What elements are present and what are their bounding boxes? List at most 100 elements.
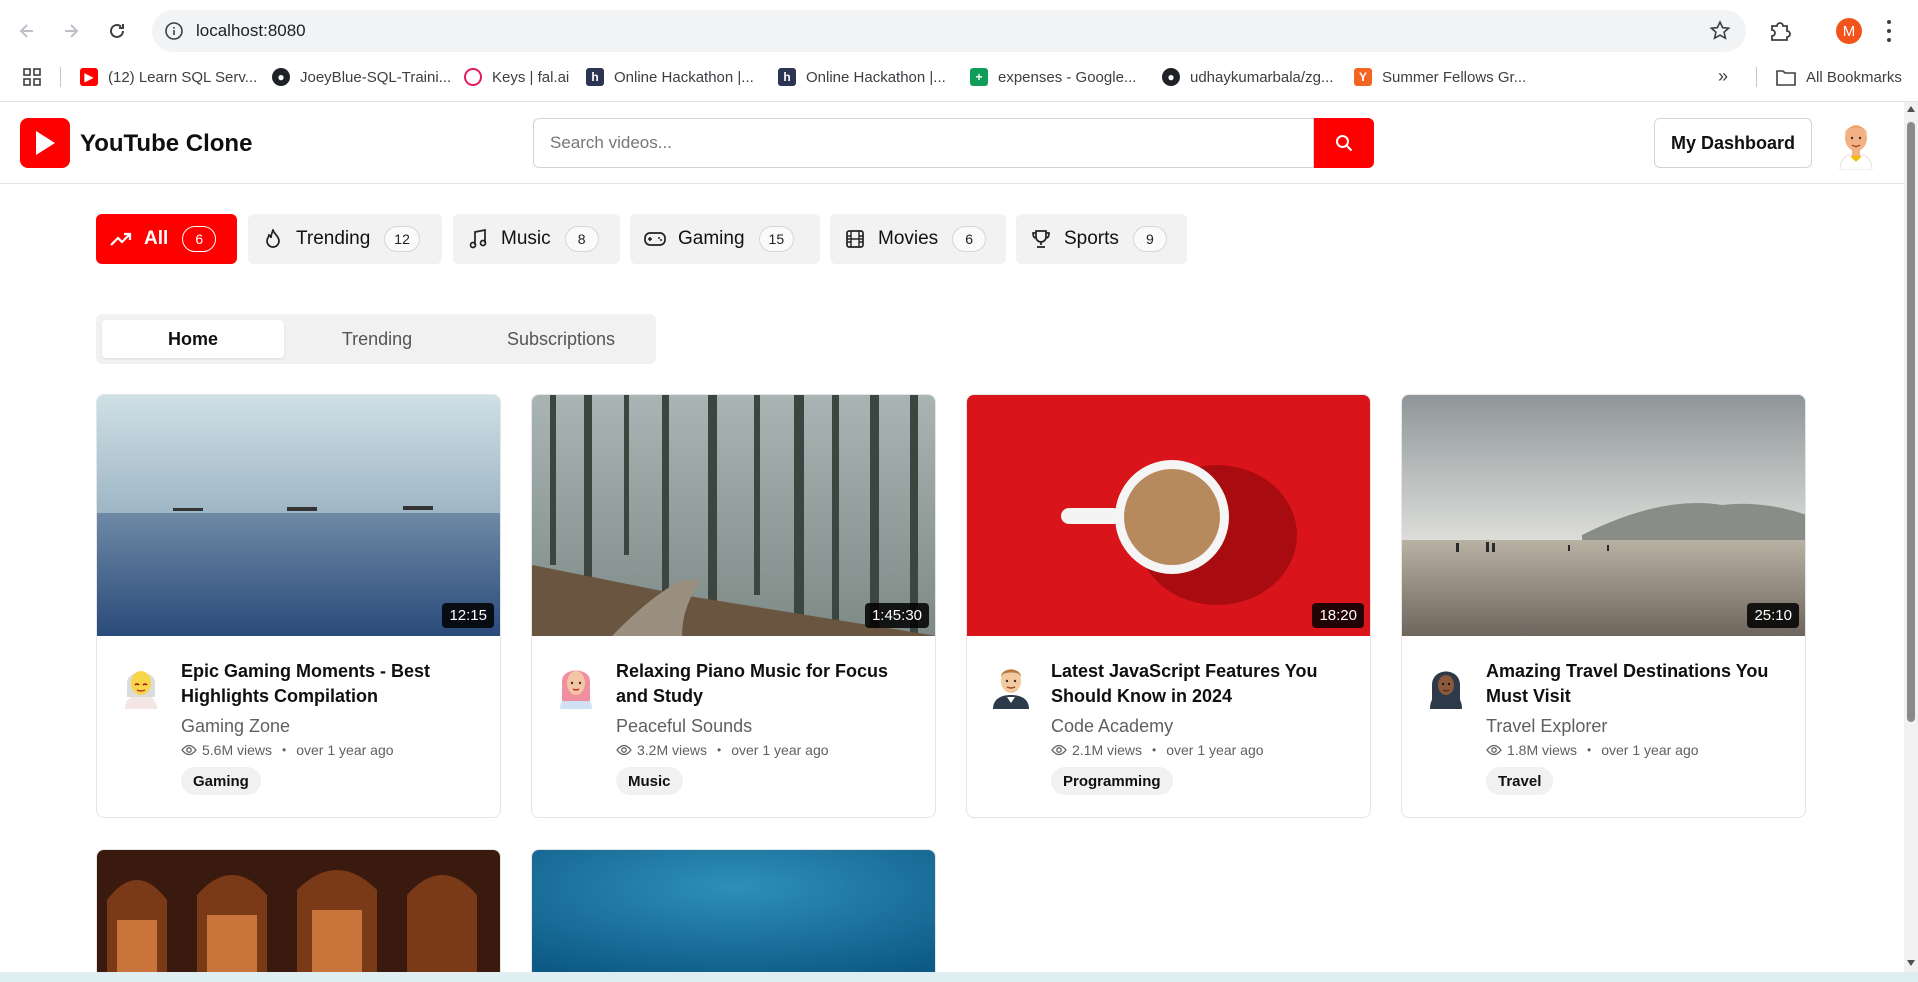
category-music[interactable]: Music 8 <box>453 214 620 264</box>
channel-name[interactable]: Peaceful Sounds <box>616 716 752 737</box>
extensions-puzzle-icon[interactable] <box>1767 18 1793 44</box>
bookmark-item[interactable]: ▶ (12) Learn SQL Serv... <box>80 65 257 89</box>
category-all[interactable]: All 6 <box>96 214 237 264</box>
video-tag[interactable]: Gaming <box>181 767 261 795</box>
bookmark-label: (12) Learn SQL Serv... <box>108 68 258 86</box>
scroll-up-arrow-icon[interactable] <box>1907 106 1915 112</box>
bookmark-item[interactable]: ● JoeyBlue-SQL-Traini... <box>272 65 451 89</box>
bookmarks-divider <box>1756 67 1757 87</box>
bookmark-star-icon[interactable] <box>1708 19 1732 43</box>
feed-tabs: Home Trending Subscriptions <box>96 314 656 364</box>
tab-trending[interactable]: Trending <box>286 320 468 358</box>
app-title[interactable]: YouTube Clone <box>80 130 252 158</box>
channel-name[interactable]: Code Academy <box>1051 716 1173 737</box>
my-dashboard-button[interactable]: My Dashboard <box>1654 118 1812 168</box>
trophy-icon <box>1030 228 1052 250</box>
channel-name[interactable]: Gaming Zone <box>181 716 290 737</box>
channel-avatar[interactable] <box>554 659 598 709</box>
user-avatar[interactable] <box>1836 118 1876 170</box>
video-title[interactable]: Amazing Travel Destinations You Must Vis… <box>1486 659 1786 709</box>
meta-separator: • <box>1587 743 1592 757</box>
video-card[interactable]: 12:15 Epic Gaming Moments - Best Highlig… <box>96 394 501 818</box>
back-arrow-icon[interactable] <box>12 16 42 46</box>
category-label: Trending <box>296 228 371 249</box>
url-text[interactable]: localhost:8080 <box>196 21 306 41</box>
video-thumbnail[interactable] <box>532 850 935 972</box>
video-meta: 2.1M views • over 1 year ago <box>1051 742 1264 758</box>
bookmark-item[interactable]: ● udhaykumarbala/zg... <box>1162 65 1333 89</box>
bookmark-item[interactable]: + expenses - Google... <box>970 65 1136 89</box>
youtube-logo-icon[interactable] <box>20 118 70 168</box>
search-input[interactable] <box>534 119 1313 167</box>
video-thumbnail[interactable]: 1:45:30 <box>532 395 935 636</box>
video-card[interactable]: 1:45:30 Relaxing Piano Music for Focus a… <box>531 394 936 818</box>
video-title[interactable]: Epic Gaming Moments - Best Highlights Co… <box>181 659 481 709</box>
tab-home[interactable]: Home <box>102 320 284 358</box>
gamepad-icon <box>644 228 666 250</box>
video-thumbnail[interactable] <box>97 850 500 972</box>
category-label: All <box>144 228 169 249</box>
eye-icon <box>1051 744 1067 756</box>
meta-separator: • <box>1152 743 1157 757</box>
bookmark-item[interactable]: h Online Hackathon |... <box>586 65 754 89</box>
category-label: Sports <box>1064 228 1119 249</box>
video-tag[interactable]: Travel <box>1486 767 1554 795</box>
bookmark-label: JoeyBlue-SQL-Traini... <box>300 68 452 86</box>
bookmark-item[interactable]: Y Summer Fellows Gr... <box>1354 65 1526 89</box>
scrollbar-thumb[interactable] <box>1907 122 1915 722</box>
search-button[interactable] <box>1314 118 1374 168</box>
video-duration: 12:15 <box>442 603 494 628</box>
category-movies[interactable]: Movies 6 <box>830 214 1006 264</box>
channel-avatar[interactable] <box>989 659 1033 709</box>
video-card[interactable]: 18:20 Latest JavaScript Features You Sho… <box>966 394 1371 818</box>
category-trending[interactable]: Trending 12 <box>248 214 442 264</box>
category-count-badge: 8 <box>564 226 599 252</box>
bookmark-item[interactable]: h Online Hackathon |... <box>778 65 946 89</box>
video-title[interactable]: Latest JavaScript Features You Should Kn… <box>1051 659 1351 709</box>
meta-separator: • <box>282 743 287 757</box>
video-card[interactable] <box>96 849 501 972</box>
browser-chrome: localhost:8080 M ▶ (12) Learn SQL Serv..… <box>0 0 1918 102</box>
video-card[interactable] <box>531 849 936 972</box>
github-icon: ● <box>272 68 290 86</box>
video-tag[interactable]: Music <box>616 767 683 795</box>
video-thumbnail[interactable]: 18:20 <box>967 395 1370 636</box>
category-count-badge: 6 <box>952 226 987 252</box>
video-meta: 5.6M views • over 1 year ago <box>181 742 394 758</box>
site-info-icon[interactable] <box>164 21 184 41</box>
video-card[interactable]: 25:10 Amazing Travel Destinations You Mu… <box>1401 394 1806 818</box>
bookmark-label: Keys | fal.ai <box>492 68 570 86</box>
video-thumbnail[interactable]: 12:15 <box>97 395 500 636</box>
video-thumbnail[interactable]: 25:10 <box>1402 395 1805 636</box>
video-title[interactable]: Relaxing Piano Music for Focus and Study <box>616 659 916 709</box>
fal-icon <box>464 68 482 86</box>
upload-age: over 1 year ago <box>296 742 394 758</box>
profile-avatar[interactable]: M <box>1836 18 1862 44</box>
video-tag[interactable]: Programming <box>1051 767 1173 795</box>
all-bookmarks-button[interactable]: All Bookmarks <box>1776 65 1902 89</box>
scroll-down-arrow-icon[interactable] <box>1907 960 1915 966</box>
google-sheets-icon: + <box>970 68 988 86</box>
bookmark-item[interactable]: Keys | fal.ai <box>464 65 569 89</box>
address-bar[interactable]: localhost:8080 <box>152 10 1746 52</box>
view-count: 2.1M views <box>1072 742 1143 758</box>
category-gaming[interactable]: Gaming 15 <box>630 214 820 264</box>
bookmarks-bar: ▶ (12) Learn SQL Serv... ● JoeyBlue-SQL-… <box>0 62 1918 92</box>
channel-avatar[interactable] <box>119 659 163 709</box>
forward-arrow-icon[interactable] <box>56 16 86 46</box>
bookmark-label: expenses - Google... <box>998 68 1137 86</box>
apps-grid-icon[interactable] <box>22 67 42 87</box>
category-sports[interactable]: Sports 9 <box>1016 214 1187 264</box>
more-bookmarks-icon[interactable]: » <box>1718 66 1728 87</box>
reload-icon[interactable] <box>102 16 132 46</box>
channel-name[interactable]: Travel Explorer <box>1486 716 1607 737</box>
bookmark-label: udhaykumarbala/zg... <box>1190 68 1334 86</box>
browser-menu-icon[interactable] <box>1884 18 1894 44</box>
bookmarks-divider <box>60 67 61 87</box>
category-count-badge: 6 <box>182 226 217 252</box>
film-icon <box>844 228 866 250</box>
view-count: 3.2M views <box>637 742 708 758</box>
channel-avatar[interactable] <box>1424 659 1468 709</box>
tab-subscriptions[interactable]: Subscriptions <box>470 320 652 358</box>
page-scrollbar[interactable] <box>1904 102 1918 972</box>
